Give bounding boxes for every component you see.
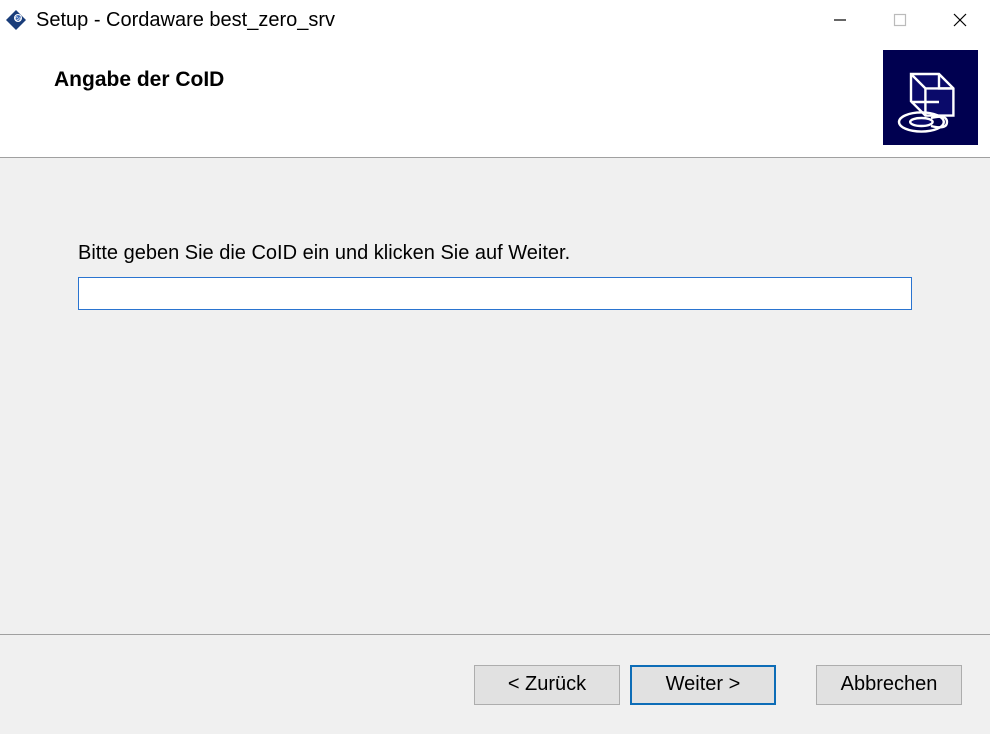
wizard-footer: < Zurück Weiter > Abbrechen <box>0 634 990 734</box>
window-title: Setup - Cordaware best_zero_srv <box>36 9 810 32</box>
instruction-text: Bitte geben Sie die CoID ein und klicken… <box>78 242 912 265</box>
wizard-header: Angabe der CoID <box>0 40 990 158</box>
minimize-button[interactable] <box>810 0 870 40</box>
back-button[interactable]: < Zurück <box>474 665 620 705</box>
app-icon: Co <box>4 8 28 32</box>
installer-icon <box>883 50 978 145</box>
page-title: Angabe der CoID <box>54 68 224 92</box>
close-button[interactable] <box>930 0 990 40</box>
coid-input[interactable] <box>78 277 912 310</box>
svg-text:Co: Co <box>15 17 22 23</box>
titlebar: Co Setup - Cordaware best_zero_srv <box>0 0 990 40</box>
next-button[interactable]: Weiter > <box>630 665 776 705</box>
maximize-button <box>870 0 930 40</box>
wizard-content: Bitte geben Sie die CoID ein und klicken… <box>0 158 990 634</box>
cancel-button[interactable]: Abbrechen <box>816 665 962 705</box>
window-controls <box>810 0 990 40</box>
